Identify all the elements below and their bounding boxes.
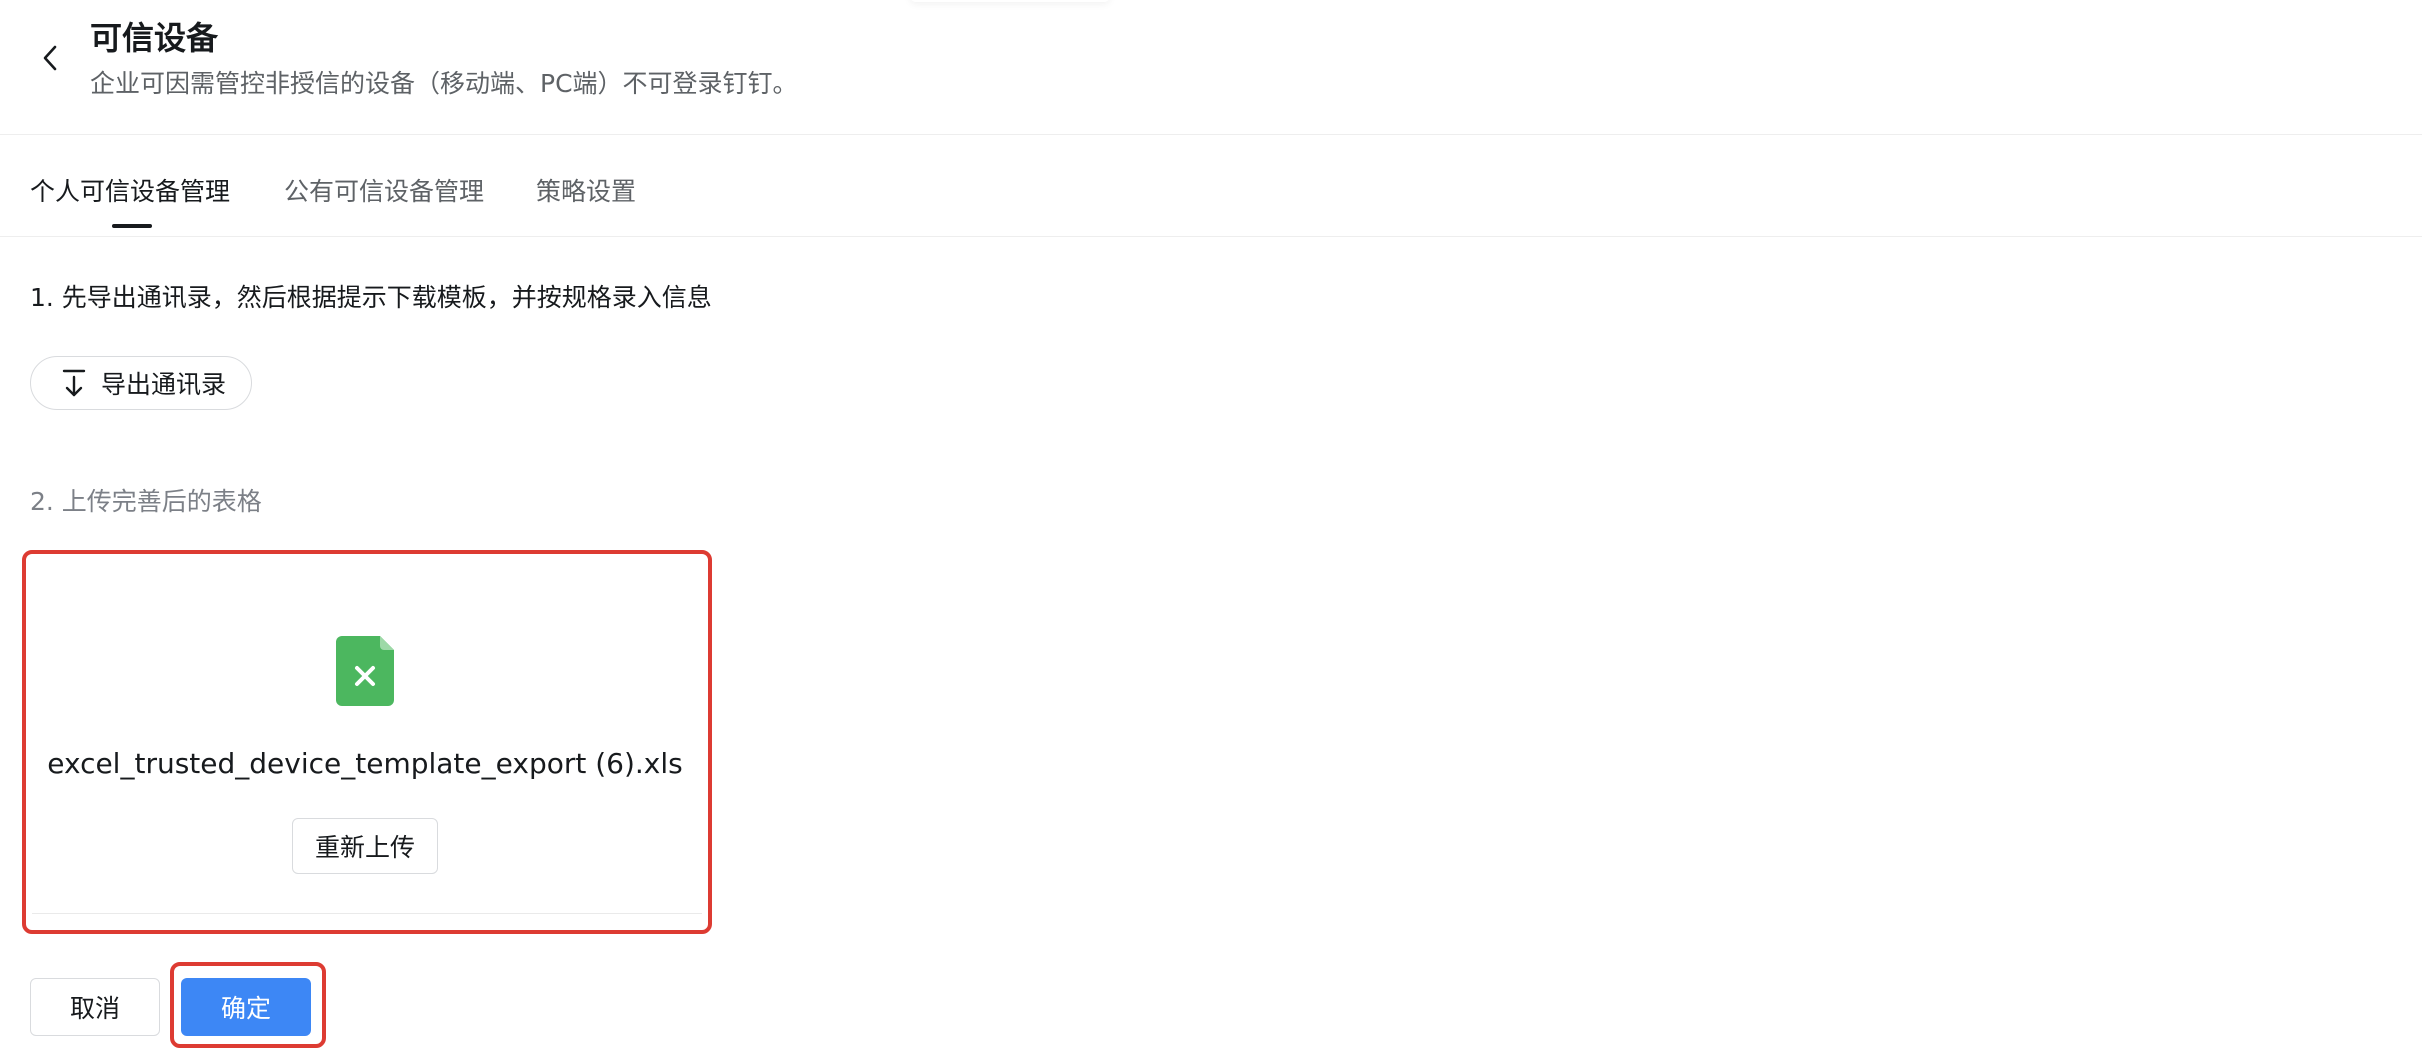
upload-area-highlight-box xyxy=(22,550,712,934)
step2-instruction: 2. 上传完善后的表格 xyxy=(30,487,262,516)
confirm-button-highlight-box xyxy=(170,962,326,1048)
page-title: 可信设备 xyxy=(90,19,219,57)
uploaded-file-name: excel_trusted_device_template_export (6)… xyxy=(47,747,683,780)
chevron-left-icon xyxy=(43,45,57,71)
tab-public-trusted-devices[interactable]: 公有可信设备管理 xyxy=(284,174,484,210)
tab-policy-settings[interactable]: 策略设置 xyxy=(536,174,636,210)
excel-file-icon xyxy=(336,636,394,706)
step1-instruction: 1. 先导出通讯录，然后根据提示下载模板，并按规格录入信息 xyxy=(30,283,712,312)
tab-personal-trusted-devices[interactable]: 个人可信设备管理 xyxy=(30,174,230,210)
page-subtitle: 企业可因需管控非授信的设备（移动端、PC端）不可登录钉钉。 xyxy=(90,69,798,98)
page-header: 可信设备 企业可因需管控非授信的设备（移动端、PC端）不可登录钉钉。 xyxy=(0,0,2422,135)
export-contacts-button[interactable]: 导出通讯录 xyxy=(30,356,252,410)
back-button[interactable] xyxy=(30,38,70,78)
export-contacts-label: 导出通讯录 xyxy=(101,370,227,399)
reupload-button[interactable]: 重新上传 xyxy=(292,818,438,874)
active-tab-indicator xyxy=(112,224,152,228)
tab-bar: 个人可信设备管理 公有可信设备管理 策略设置 xyxy=(0,134,2422,237)
download-icon xyxy=(61,368,87,398)
cancel-button[interactable]: 取消 xyxy=(30,978,160,1036)
